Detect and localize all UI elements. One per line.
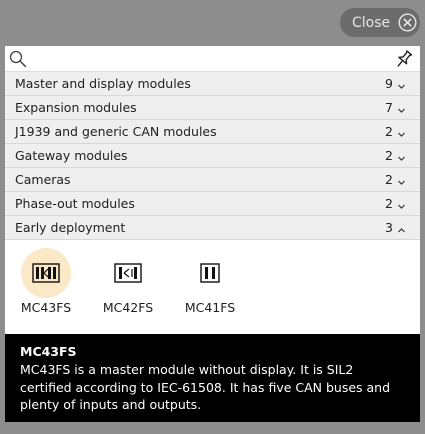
chevron-down-icon	[397, 175, 406, 185]
close-icon	[398, 13, 417, 32]
module-tile-mc42fs[interactable]: MC42FS	[91, 248, 165, 318]
category-count: 7	[385, 100, 393, 115]
category-label: Phase-out modules	[15, 196, 135, 211]
category-label: Early deployment	[15, 220, 126, 235]
module-icon	[103, 248, 153, 298]
module-tile-mc43fs[interactable]: MC43FS	[9, 248, 83, 318]
module-icon	[185, 248, 235, 298]
category-count: 3	[385, 220, 393, 235]
search-input[interactable]	[31, 48, 387, 68]
chevron-up-icon	[397, 223, 406, 233]
category-count: 2	[385, 196, 393, 211]
category-count: 2	[385, 172, 393, 187]
chevron-down-icon	[397, 103, 406, 113]
close-button[interactable]: Close	[340, 8, 420, 37]
chevron-down-icon	[397, 199, 406, 209]
category-master-display[interactable]: Master and display modules 9	[5, 72, 420, 96]
chevron-down-icon	[397, 151, 406, 161]
module-description: MC43FS MC43FS is a master module without…	[5, 334, 420, 422]
chevron-down-icon	[397, 79, 406, 89]
description-text: MC43FS is a master module without displa…	[20, 362, 391, 412]
category-count: 9	[385, 76, 393, 91]
search-icon	[9, 50, 27, 68]
category-phase-out[interactable]: Phase-out modules 2	[5, 192, 420, 216]
category-cameras[interactable]: Cameras 2	[5, 168, 420, 192]
category-label: J1939 and generic CAN modules	[15, 124, 217, 139]
module-picker-panel: Master and display modules 9 Expansion m…	[5, 46, 420, 422]
close-button-label: Close	[352, 14, 391, 31]
module-name: MC43FS	[20, 300, 72, 315]
search-bar	[5, 46, 420, 72]
category-label: Expansion modules	[15, 100, 137, 115]
module-name: MC41FS	[184, 300, 236, 315]
module-name: MC42FS	[102, 300, 154, 315]
category-label: Master and display modules	[15, 76, 191, 91]
pin-icon[interactable]	[394, 49, 414, 69]
description-title: MC43FS	[20, 344, 77, 359]
category-j1939-can[interactable]: J1939 and generic CAN modules 2	[5, 120, 420, 144]
module-grid: MC43FS MC42FS MC41FS	[5, 240, 420, 326]
category-early-deployment[interactable]: Early deployment 3	[5, 216, 420, 240]
module-icon	[21, 248, 71, 298]
category-label: Cameras	[15, 172, 71, 187]
category-label: Gateway modules	[15, 148, 128, 163]
chevron-down-icon	[397, 127, 406, 137]
category-gateway[interactable]: Gateway modules 2	[5, 144, 420, 168]
category-count: 2	[385, 124, 393, 139]
category-expansion[interactable]: Expansion modules 7	[5, 96, 420, 120]
category-count: 2	[385, 148, 393, 163]
module-tile-mc41fs[interactable]: MC41FS	[173, 248, 247, 318]
